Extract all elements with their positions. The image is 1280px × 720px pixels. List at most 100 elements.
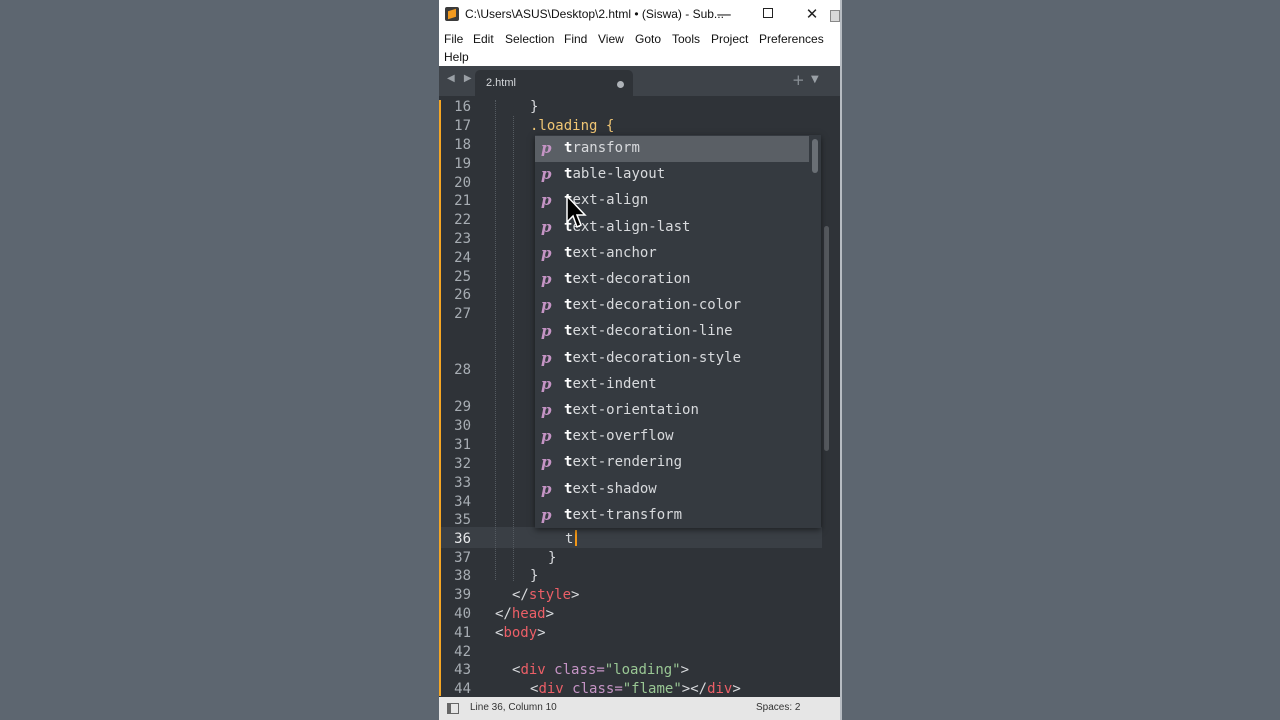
property-kind-icon: p <box>541 139 552 157</box>
menu-help[interactable]: Help <box>444 50 469 64</box>
autocomplete-item-label: table-layout <box>564 166 665 182</box>
code-line-36: t <box>565 531 574 547</box>
autocomplete-item[interactable]: p text-transform <box>535 503 809 528</box>
attr-name: class= <box>554 662 605 678</box>
code-line-41: <body> <box>495 625 546 641</box>
property-kind-icon: p <box>541 427 552 446</box>
line-number: 29 <box>454 399 471 415</box>
code-line-40: </head> <box>495 606 554 622</box>
current-line-highlight <box>441 527 822 548</box>
title-bar: C:\Users\ASUS\Desktop\2.html • (Siswa) -… <box>439 0 840 29</box>
close-button[interactable]: ✕ <box>790 0 834 29</box>
autocomplete-item[interactable]: p text-anchor <box>535 241 809 267</box>
line-number: 34 <box>454 494 471 510</box>
indentation-setting[interactable]: Spaces: 2 <box>756 702 800 713</box>
autocomplete-item-label: text-transform <box>564 507 682 523</box>
tag-close: > <box>537 625 546 641</box>
tag-open: </ <box>495 606 512 622</box>
code-line-38: } <box>530 568 539 584</box>
tab-nav-arrows-icon[interactable]: ◀ ▶ <box>447 73 475 84</box>
line-number: 38 <box>454 568 471 584</box>
line-number: 24 <box>454 250 471 266</box>
line-number: 17 <box>454 118 471 134</box>
autocomplete-item-label: text-decoration-color <box>564 297 741 313</box>
menu-preferences[interactable]: Preferences <box>759 32 824 46</box>
autocomplete-rest: ext-indent <box>572 375 657 392</box>
autocomplete-rest: ext-decoration-line <box>572 323 733 340</box>
autocomplete-item[interactable]: p text-decoration-line <box>535 319 809 345</box>
line-number: 28 <box>454 362 471 378</box>
tag-close: > <box>680 662 690 678</box>
code-line-44: <div class="flame"></div> <box>530 681 741 697</box>
property-kind-icon: p <box>541 505 552 524</box>
menu-goto[interactable]: Goto <box>635 32 661 46</box>
property-kind-icon: p <box>541 165 552 184</box>
line-number: 21 <box>454 193 471 209</box>
menu-file[interactable]: File <box>444 32 463 46</box>
autocomplete-rest: ext-overflow <box>572 428 674 445</box>
line-number-current: 36 <box>454 531 471 547</box>
autocomplete-item[interactable]: p text-indent <box>535 372 809 398</box>
autocomplete-item-label: text-anchor <box>564 245 657 261</box>
autocomplete-rest: ext-anchor <box>572 244 657 261</box>
code-line-17: .loading { <box>530 118 614 134</box>
autocomplete-item[interactable]: p text-decoration-color <box>535 293 809 319</box>
autocomplete-item[interactable]: p transform <box>535 136 809 162</box>
menu-project[interactable]: Project <box>711 32 748 46</box>
code-line-16: } <box>530 99 539 115</box>
autocomplete-item[interactable]: p text-decoration-style <box>535 346 809 372</box>
line-number: 26 <box>454 287 471 303</box>
line-number: 42 <box>454 644 471 660</box>
autocomplete-item-label: transform <box>564 140 640 156</box>
tag-mid: ></ <box>681 681 708 697</box>
menu-tools[interactable]: Tools <box>672 32 700 46</box>
autocomplete-item[interactable]: p text-overflow <box>535 424 809 450</box>
property-kind-icon: p <box>541 296 552 315</box>
tag-open: </ <box>512 587 529 603</box>
menu-selection[interactable]: Selection <box>505 32 554 46</box>
tab-list-chevron-down-icon[interactable]: ▼ <box>811 74 819 85</box>
vertical-scrollbar-thumb[interactable] <box>824 226 829 451</box>
autocomplete-rest: ext-orientation <box>572 402 699 418</box>
autocomplete-rest: able-layout <box>572 166 666 183</box>
text-cursor <box>575 530 577 546</box>
tag-name: style <box>528 587 572 603</box>
status-bar: Line 36, Column 10 Spaces: 2 <box>439 697 840 720</box>
autocomplete-item[interactable]: p text-decoration <box>535 267 809 293</box>
autocomplete-item-label: text-rendering <box>564 454 682 470</box>
menu-bar: File Edit Selection Find View Goto Tools… <box>439 29 840 66</box>
menu-edit[interactable]: Edit <box>473 32 494 46</box>
line-number: 20 <box>454 175 471 191</box>
tag-close: > <box>571 587 580 603</box>
line-number: 18 <box>454 137 471 153</box>
line-number: 37 <box>454 550 471 566</box>
autocomplete-item[interactable]: p table-layout <box>535 162 809 188</box>
autocomplete-item[interactable]: p text-shadow <box>535 477 809 503</box>
autocomplete-item[interactable]: p text-orientation <box>535 398 809 424</box>
unsaved-dot-icon[interactable] <box>617 81 624 88</box>
window-title: C:\Users\ASUS\Desktop\2.html • (Siswa) -… <box>465 7 724 21</box>
autocomplete-rest: ext-decoration-style <box>572 349 742 366</box>
css-selector: .loading <box>530 118 598 134</box>
line-number: 16 <box>454 99 471 115</box>
attr-value: "flame" <box>622 681 682 697</box>
property-kind-icon: p <box>541 243 552 262</box>
property-kind-icon: p <box>541 270 552 288</box>
tag-close: > <box>545 606 555 622</box>
autocomplete-item[interactable]: p text-rendering <box>535 450 809 476</box>
new-tab-icon[interactable]: + <box>792 71 805 89</box>
minimize-button[interactable]: — <box>702 0 746 29</box>
autocomplete-item-label: text-decoration-style <box>564 350 741 366</box>
code-line-39: </style> <box>512 587 579 603</box>
panel-toggle-icon[interactable] <box>447 703 459 714</box>
property-kind-icon: p <box>541 453 552 472</box>
menu-find[interactable]: Find <box>564 32 587 46</box>
tag-name: head <box>511 606 546 622</box>
property-kind-icon: p <box>541 374 552 393</box>
autocomplete-scrollbar-thumb[interactable] <box>812 139 818 173</box>
tag-close: > <box>732 681 741 697</box>
maximize-button[interactable] <box>746 0 790 29</box>
menu-view[interactable]: View <box>598 32 624 46</box>
line-number: 25 <box>454 269 471 285</box>
tab-2-html[interactable]: 2.html <box>475 70 633 96</box>
